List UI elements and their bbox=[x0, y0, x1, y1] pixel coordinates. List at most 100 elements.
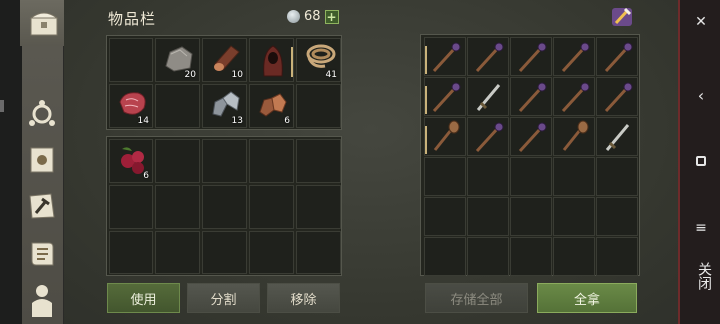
inventory-slot[interactable] bbox=[109, 231, 153, 274]
back-chevron-icon[interactable]: ‹ bbox=[680, 86, 720, 105]
system-left-strip bbox=[0, 0, 22, 324]
storage-slot[interactable] bbox=[596, 197, 638, 236]
staff-icon bbox=[604, 42, 633, 73]
sidebar-tab-journal[interactable] bbox=[24, 142, 60, 178]
storage-slot[interactable] bbox=[553, 37, 595, 76]
storage-slot[interactable] bbox=[467, 77, 509, 116]
store-all-button[interactable]: 存储全部 bbox=[425, 283, 528, 313]
inventory-slot[interactable] bbox=[296, 84, 341, 128]
sidebar-tab-map[interactable] bbox=[24, 236, 60, 272]
inventory-slot[interactable]: 13 bbox=[202, 84, 247, 128]
inventory-slot[interactable] bbox=[296, 139, 341, 183]
add-currency-button[interactable]: + bbox=[324, 9, 339, 24]
storage-slot[interactable] bbox=[424, 237, 466, 276]
inventory-slot[interactable] bbox=[249, 185, 294, 229]
inventory-slot[interactable] bbox=[155, 84, 200, 128]
home-square-icon[interactable] bbox=[680, 154, 720, 170]
gem-coin-icon bbox=[287, 10, 300, 23]
close-x-icon[interactable]: ✕ bbox=[680, 14, 720, 30]
scroll-map-icon bbox=[31, 242, 54, 266]
club-icon bbox=[433, 120, 460, 151]
staff-icon bbox=[604, 82, 633, 113]
menu-lines-icon[interactable]: ≡ bbox=[680, 220, 720, 236]
inventory-slot[interactable] bbox=[202, 231, 247, 274]
inventory-slot[interactable] bbox=[109, 38, 153, 82]
storage-slot[interactable] bbox=[553, 117, 595, 156]
storage-slot[interactable] bbox=[553, 197, 595, 236]
storage-slot[interactable] bbox=[596, 237, 638, 276]
inventory-slot[interactable] bbox=[202, 185, 247, 229]
storage-slot[interactable] bbox=[596, 37, 638, 76]
storage-slot[interactable] bbox=[510, 197, 552, 236]
inventory-slot[interactable] bbox=[249, 231, 294, 274]
inventory-slot[interactable]: 6 bbox=[249, 84, 294, 128]
storage-slot[interactable] bbox=[424, 117, 466, 156]
storage-slot[interactable] bbox=[424, 77, 466, 116]
slot-count: 6 bbox=[284, 116, 290, 126]
chest-icon bbox=[29, 12, 59, 36]
storage-slot[interactable] bbox=[467, 237, 509, 276]
currency-value: 68 bbox=[304, 9, 321, 24]
slot-count: 10 bbox=[231, 70, 243, 80]
storage-slot[interactable] bbox=[510, 117, 552, 156]
slot-count: 14 bbox=[137, 116, 149, 126]
sword-icon bbox=[605, 124, 630, 151]
storage-slot[interactable] bbox=[553, 237, 595, 276]
staff-icon bbox=[475, 42, 504, 73]
storage-slot[interactable] bbox=[596, 77, 638, 116]
inventory-slot[interactable]: 41 bbox=[296, 38, 341, 82]
storage-slot[interactable] bbox=[424, 37, 466, 76]
inventory-slot[interactable] bbox=[249, 139, 294, 183]
inventory-slot[interactable] bbox=[155, 185, 200, 229]
sidebar-tab-crafting[interactable] bbox=[24, 188, 60, 224]
storage-slot[interactable] bbox=[424, 197, 466, 236]
inventory-slot[interactable] bbox=[155, 139, 200, 183]
inventory-slot[interactable] bbox=[202, 139, 247, 183]
slot-count: 20 bbox=[184, 70, 196, 80]
inventory-slot[interactable]: 6 bbox=[109, 139, 153, 183]
split-button[interactable]: 分割 bbox=[187, 283, 260, 313]
slot-durability-bar bbox=[425, 46, 427, 74]
storage-slot[interactable] bbox=[510, 77, 552, 116]
left-edge-marker bbox=[0, 100, 4, 112]
storage-slot[interactable] bbox=[553, 157, 595, 196]
storage-slot[interactable] bbox=[596, 117, 638, 156]
staff-icon bbox=[475, 122, 504, 153]
inventory-slot[interactable]: 20 bbox=[155, 38, 200, 82]
inventory-slot[interactable] bbox=[249, 38, 294, 82]
close-label[interactable]: 关闭 bbox=[688, 262, 714, 290]
staff-icon bbox=[518, 82, 547, 113]
inventory-slot[interactable] bbox=[296, 185, 341, 229]
remove-button[interactable]: 移除 bbox=[267, 283, 340, 313]
inventory-grid-extra: 6 bbox=[106, 136, 342, 276]
slot-count: 6 bbox=[143, 171, 149, 181]
take-all-button[interactable]: 全拿 bbox=[537, 283, 637, 313]
sidebar-tab-character[interactable] bbox=[24, 282, 60, 318]
inventory-slot[interactable] bbox=[155, 231, 200, 274]
sidebar-tab-inventory[interactable] bbox=[20, 0, 68, 46]
inventory-slot[interactable] bbox=[296, 231, 341, 274]
storage-slot[interactable] bbox=[424, 157, 466, 196]
storage-slot[interactable] bbox=[510, 237, 552, 276]
storage-slot[interactable] bbox=[553, 77, 595, 116]
storage-slot[interactable] bbox=[467, 117, 509, 156]
inventory-slot[interactable] bbox=[109, 185, 153, 229]
staff-icon bbox=[432, 82, 461, 113]
use-button[interactable]: 使用 bbox=[107, 283, 180, 313]
storage-slot[interactable] bbox=[510, 157, 552, 196]
inventory-title: 物品栏 bbox=[108, 10, 157, 28]
storage-slot[interactable] bbox=[596, 157, 638, 196]
slot-durability-bar bbox=[425, 86, 427, 114]
storage-grid bbox=[420, 34, 640, 276]
storage-slot[interactable] bbox=[510, 37, 552, 76]
inventory-slot[interactable]: 10 bbox=[202, 38, 247, 82]
character-icon bbox=[32, 285, 52, 317]
inventory-slot[interactable]: 14 bbox=[109, 84, 153, 128]
storage-slot[interactable] bbox=[467, 157, 509, 196]
system-nav-bar: ✕ ‹ ≡ 关闭 bbox=[678, 0, 720, 324]
storage-slot[interactable] bbox=[467, 197, 509, 236]
paint-brush-icon[interactable] bbox=[610, 5, 634, 29]
sidebar-tab-skills[interactable] bbox=[24, 96, 60, 132]
storage-slot[interactable] bbox=[467, 37, 509, 76]
club-icon bbox=[562, 120, 589, 151]
